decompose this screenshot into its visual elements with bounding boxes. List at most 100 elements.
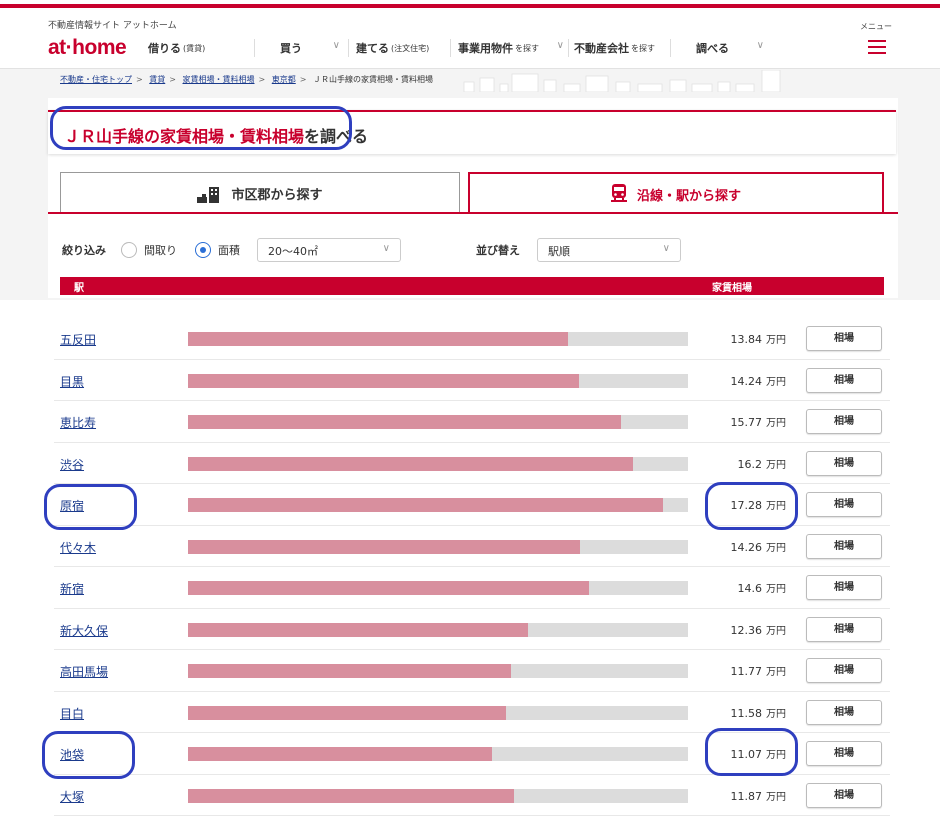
station-link[interactable]: 五反田 [60,331,96,348]
rent-bar-fill [188,415,622,429]
area-select[interactable]: 20〜40㎡ ∨ [257,238,401,262]
table-header-rent: 家賃相場 [712,283,752,294]
nav-agency[interactable]: 不動産会社 を探す [568,36,668,60]
rent-value: 17.28 万円 [694,497,787,512]
nav-research-label: 調べる [696,42,729,55]
market-button[interactable]: 相場 [806,699,882,725]
table-row: 新宿 14.6 万円 相場 [54,567,890,609]
rent-number: 11.77 [730,665,763,678]
breadcrumb-link-rent[interactable]: 賃貸 [149,75,165,84]
nav-build-label: 建てる [356,42,389,55]
nav-buy[interactable]: 買う ∨ [254,36,346,60]
rent-value: 11.87 万円 [694,788,787,803]
rent-bar-fill [188,373,580,388]
table-header-station: 駅 [74,283,84,294]
rent-unit: 万円 [766,542,786,554]
rent-value: 13.84 万円 [694,331,787,346]
market-button[interactable]: 相場 [806,450,882,476]
hamburger-menu-icon[interactable] [868,40,886,54]
nav-research[interactable]: 調べる ∨ [670,36,770,60]
tab-city-search[interactable]: 市区郡から探す [60,172,460,214]
nav-divider [348,39,349,57]
sort-select-value: 駅順 [548,245,570,258]
station-link[interactable]: 目白 [60,705,84,722]
market-button[interactable]: 相場 [806,616,882,642]
rent-bar-track [188,539,688,554]
rent-table-body: 五反田 13.84 万円 相場 目黒 14.24 万円 相場 恵比寿 15.77 万円 相場 渋谷 16.… [54,318,890,816]
radio-layout-button[interactable] [121,242,137,258]
building-icon [197,185,221,203]
breadcrumb-link-market[interactable]: 家賃相場・賃料相場 [183,75,255,84]
market-button[interactable]: 相場 [806,367,882,393]
chevron-down-icon: ∨ [556,40,564,51]
nav-build[interactable]: 建てる (注文住宅) [348,36,444,60]
rent-bar-fill [188,705,507,720]
market-button[interactable]: 相場 [806,492,882,517]
nav-divider [254,39,255,57]
tab-underline [48,212,898,214]
rent-number: 14.6 [737,582,763,595]
tab-city-label: 市区郡から探す [231,188,323,203]
rent-unit: 万円 [766,418,786,429]
rent-bar-track [188,415,688,429]
station-link[interactable]: 池袋 [60,746,84,763]
market-button[interactable]: 相場 [806,741,882,766]
station-link[interactable]: 大塚 [60,788,84,805]
nav-divider [670,39,671,57]
rent-value: 11.77 万円 [694,663,787,678]
rent-number: 12.36 [730,623,763,637]
station-link[interactable]: 渋谷 [60,456,84,473]
page-title-highlight: ＪＲ山手線の家賃相場・賃料相場 [64,127,305,146]
market-button[interactable]: 相場 [806,658,882,683]
radio-layout-label: 間取り [144,244,177,257]
station-link[interactable]: 高田馬場 [60,663,108,680]
radio-layout[interactable]: 間取り [121,238,177,262]
rent-bar-fill [188,581,590,595]
chevron-down-icon: ∨ [662,243,670,254]
chevron-down-icon: ∨ [332,40,340,51]
market-button[interactable]: 相場 [806,575,882,600]
tab-line-station-search[interactable]: 沿線・駅から探す [468,172,884,214]
breadcrumb-link-tokyo[interactable]: 東京都 [272,75,296,84]
rent-value: 12.36 万円 [694,622,787,637]
rent-bar-track [188,498,688,512]
rent-unit: 万円 [766,501,786,512]
rent-bar-fill [188,622,528,637]
nav-rent[interactable]: 借りる (賃貸) [148,36,248,60]
market-button[interactable]: 相場 [806,782,882,808]
market-button[interactable]: 相場 [806,533,882,559]
sort-select[interactable]: 駅順 ∨ [537,238,681,262]
station-link[interactable]: 目黒 [60,373,84,390]
station-link[interactable]: 恵比寿 [60,414,96,431]
nav-business-sub: を探す [515,43,539,53]
station-link[interactable]: 新宿 [60,580,84,597]
station-link[interactable]: 新大久保 [60,622,108,639]
breadcrumb-link-top[interactable]: 不動産・住宅トップ [60,75,132,84]
athome-logo[interactable]: at·home [48,36,127,60]
train-icon [610,184,627,204]
rent-unit: 万円 [766,750,786,761]
rent-number: 17.28 [730,499,763,512]
rent-bar-fill [188,747,493,761]
nav-rent-label: 借りる [148,42,181,55]
station-link[interactable]: 代々木 [60,539,96,556]
rent-bar-fill [188,539,580,554]
chevron-down-icon: ∨ [382,243,390,254]
rent-number: 11.58 [730,706,763,720]
nav-buy-label: 買う [280,42,302,55]
rent-unit: 万円 [766,625,786,637]
table-row: 恵比寿 15.77 万円 相場 [54,401,890,443]
nav-business-label: 事業用物件 [458,42,513,55]
nav-agency-sub: を探す [631,43,655,53]
rent-bar-track [188,373,688,388]
nav-business[interactable]: 事業用物件 を探す ∨ [450,36,566,60]
station-link[interactable]: 原宿 [60,497,84,514]
market-button[interactable]: 相場 [806,409,882,434]
table-row: 目黒 14.24 万円 相場 [54,360,890,401]
rent-bar-fill [188,332,569,346]
radio-area[interactable]: 面積 [195,238,240,262]
rent-bar-track [188,705,688,720]
radio-area-button[interactable] [195,242,211,258]
table-header: 駅 家賃相場 [60,277,884,295]
market-button[interactable]: 相場 [806,326,882,351]
